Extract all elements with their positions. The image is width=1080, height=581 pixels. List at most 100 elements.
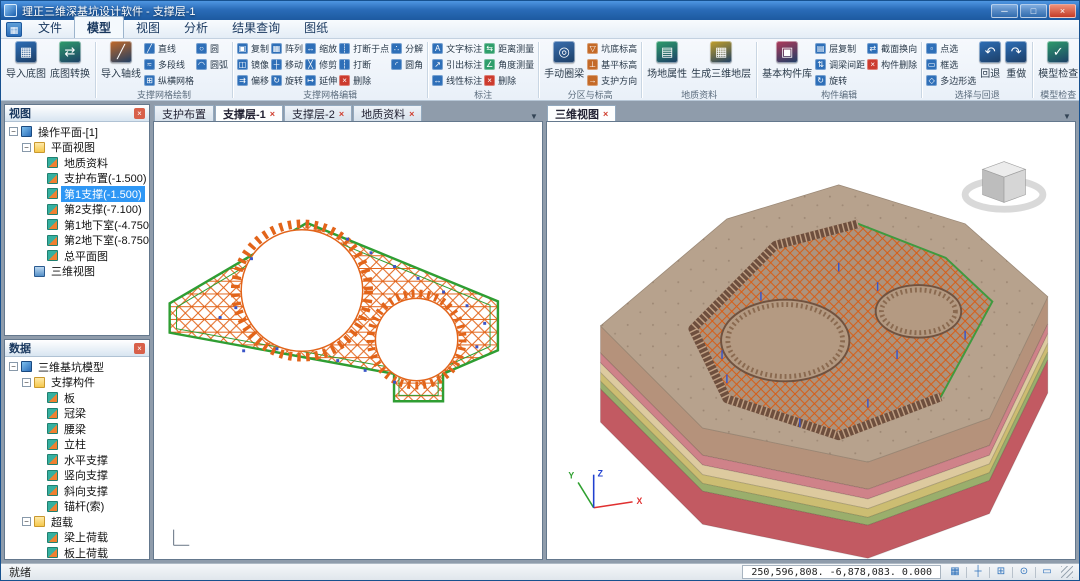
ribbon-button-section-reverse[interactable]: ⇄截面换向	[866, 40, 918, 56]
document-tab-支撑层-1[interactable]: 支撑层-1×	[215, 105, 283, 121]
viewport-dropdown-icon[interactable]: ▼	[1059, 112, 1075, 121]
ribbon-button-manual-ring-beam[interactable]: ◎手动圈梁	[542, 40, 586, 81]
three-d-viewport[interactable]: X Y Z	[546, 121, 1076, 560]
ribbon-button-move[interactable]: ┼移动	[270, 56, 304, 72]
close-tab-icon[interactable]: ×	[270, 109, 275, 119]
tree-item-支护布置(-1.500)[interactable]: 支护布置(-1.500)	[5, 171, 149, 187]
ribbon-button-layer-copy[interactable]: ▤层复制	[814, 40, 866, 56]
tree-item-地质资料[interactable]: 地质资料	[5, 155, 149, 171]
tree-item-三维基坑模型[interactable]: −三维基坑模型	[5, 359, 149, 375]
grid-toggle-icon[interactable]: ▦	[947, 565, 963, 579]
menu-tab-模型[interactable]: 模型	[74, 16, 124, 38]
ribbon-button-arc[interactable]: ◠圆弧	[195, 56, 229, 72]
tree-item-板上荷载[interactable]: 板上荷载	[5, 545, 149, 559]
ribbon-button-point-select[interactable]: ▫点选	[925, 40, 977, 56]
ribbon-button-import-axis[interactable]: ╱导入轴线	[99, 40, 143, 81]
document-tab-支护布置[interactable]: 支护布置	[154, 105, 214, 121]
menu-tab-结果查询[interactable]: 结果查询	[220, 17, 292, 38]
ribbon-button-break-at-point[interactable]: ┊打断于点	[338, 40, 390, 56]
ribbon-button-linear-annotation[interactable]: ↔线性标注	[431, 72, 483, 88]
view-panel-close-icon[interactable]: ×	[134, 108, 145, 119]
plan-view-canvas[interactable]	[153, 121, 543, 560]
tree-item-立柱[interactable]: 立柱	[5, 437, 149, 453]
tree-item-操作平面-[1][interactable]: −操作平面-[1]	[5, 124, 149, 140]
menu-tab-分析[interactable]: 分析	[172, 17, 220, 38]
ribbon-button-redo[interactable]: ↷重做	[1003, 40, 1029, 81]
ribbon-button-rotate-component[interactable]: ↻旋转	[814, 72, 866, 88]
tree-item-冠梁[interactable]: 冠梁	[5, 406, 149, 422]
ribbon-button-undo[interactable]: ↶回退	[977, 40, 1003, 81]
ribbon-button-component-delete[interactable]: ×构件删除	[866, 56, 918, 72]
tree-item-平面视图[interactable]: −平面视图	[5, 140, 149, 156]
ribbon-button-trim[interactable]: ╳修剪	[304, 56, 338, 72]
ribbon-button-mirror[interactable]: ◫镜像	[236, 56, 270, 72]
tree-item-第1支撑(-1.500)[interactable]: 第1支撑(-1.500)	[5, 186, 149, 202]
tree-item-竖向支撑[interactable]: 竖向支撑	[5, 468, 149, 484]
tree-item-斜向支撑[interactable]: 斜向支撑	[5, 483, 149, 499]
ribbon-button-pit-bottom-level[interactable]: ▽坑底标高	[586, 40, 638, 56]
ribbon-button-component-library[interactable]: ▣基本构件库	[760, 40, 814, 81]
tree-item-第2支撑(-7.100)[interactable]: 第2支撑(-7.100)	[5, 202, 149, 218]
tab-list-dropdown-icon[interactable]: ▼	[526, 112, 542, 121]
ribbon-button-array[interactable]: ▦阵列	[270, 40, 304, 56]
tree-item-板[interactable]: 板	[5, 390, 149, 406]
ribbon-button-scale[interactable]: ↔缩放	[304, 40, 338, 56]
ribbon-button-support-direction[interactable]: →支护方向	[586, 72, 638, 88]
ribbon-button-grid[interactable]: ⊞纵横网格	[143, 72, 195, 88]
ribbon-button-import-basemap[interactable]: ▦导入底图	[4, 40, 48, 81]
expander-icon[interactable]: −	[22, 517, 31, 526]
ribbon-button-explode[interactable]: ∴分解	[390, 40, 424, 56]
ribbon-button-fillet[interactable]: ◜圆角	[390, 56, 424, 72]
ribbon-button-model-check[interactable]: ✓模型检查	[1036, 40, 1079, 81]
snap-grid-icon[interactable]: ⊞	[993, 565, 1009, 579]
expander-icon[interactable]: −	[22, 378, 31, 387]
ribbon-button-text-annotation[interactable]: A文字标注	[431, 40, 483, 56]
ribbon-button-angle-measure[interactable]: ∠角度测量	[483, 56, 535, 72]
expander-icon[interactable]: −	[22, 143, 31, 152]
ribbon-button-offset[interactable]: ⇉偏移	[236, 72, 270, 88]
ribbon-button-copy[interactable]: ▣复制	[236, 40, 270, 56]
tree-item-超载[interactable]: −超载	[5, 514, 149, 530]
ribbon-button-delete[interactable]: ×删除	[338, 72, 390, 88]
ribbon-button-base-level[interactable]: ⊥基平标高	[586, 56, 638, 72]
document-tab-支撑层-2[interactable]: 支撑层-2×	[284, 105, 352, 121]
ribbon-button-polygon-select[interactable]: ◇多边形选	[925, 72, 977, 88]
navigation-cube[interactable]	[965, 162, 1043, 210]
ribbon-button-distance-measure[interactable]: ⇆距离测量	[483, 40, 535, 56]
crosshair-icon[interactable]: ┼	[970, 565, 986, 579]
ribbon-button-line[interactable]: ╱直线	[143, 40, 195, 56]
document-tab-地质资料[interactable]: 地质资料×	[353, 105, 422, 121]
ribbon-button-delete-annotation[interactable]: ×删除	[483, 72, 535, 88]
tree-item-支撑构件[interactable]: −支撑构件	[5, 375, 149, 391]
menu-tab-文件[interactable]: 文件	[26, 17, 74, 38]
minimize-button[interactable]: ─	[991, 4, 1018, 18]
tree-item-三维视图[interactable]: 三维视图	[5, 264, 149, 280]
ribbon-button-site-properties[interactable]: ▤场地属性	[645, 40, 689, 81]
menu-tab-视图[interactable]: 视图	[124, 17, 172, 38]
close-tab-icon[interactable]: ×	[339, 109, 344, 119]
maximize-button[interactable]: □	[1020, 4, 1047, 18]
close-3d-view-icon[interactable]: ×	[603, 109, 608, 119]
close-tab-icon[interactable]: ×	[409, 109, 414, 119]
close-button[interactable]: ×	[1049, 4, 1076, 18]
ribbon-button-basemap-convert[interactable]: ⇄底图转换	[48, 40, 92, 81]
tree-item-总平面图[interactable]: 总平面图	[5, 248, 149, 264]
ribbon-button-polyline[interactable]: ≈多段线	[143, 56, 195, 72]
ribbon-button-extend[interactable]: ↦延伸	[304, 72, 338, 88]
tree-item-梁上荷载[interactable]: 梁上荷载	[5, 530, 149, 546]
tree-item-第2地下室(-8.750)[interactable]: 第2地下室(-8.750)	[5, 233, 149, 249]
tree-item-水平支撑[interactable]: 水平支撑	[5, 452, 149, 468]
tree-item-锚杆(索)[interactable]: 锚杆(索)	[5, 499, 149, 515]
ribbon-button-circle[interactable]: ○圆	[195, 40, 229, 56]
resize-grip[interactable]	[1061, 566, 1073, 578]
menu-tab-图纸[interactable]: 图纸	[292, 17, 340, 38]
ribbon-button-break[interactable]: ┆打断	[338, 56, 390, 72]
tree-item-第1地下室(-4.750)[interactable]: 第1地下室(-4.750)	[5, 217, 149, 233]
data-panel-close-icon[interactable]: ×	[134, 343, 145, 354]
ribbon-button-generate-3d-strata[interactable]: ▦生成三维地层	[689, 40, 753, 81]
ribbon-button-box-select[interactable]: ▭框选	[925, 56, 977, 72]
ribbon-button-leader-annotation[interactable]: ↗引出标注	[431, 56, 483, 72]
expander-icon[interactable]: −	[9, 362, 18, 371]
expander-icon[interactable]: −	[9, 127, 18, 136]
osnap-icon[interactable]: ⊙	[1016, 565, 1032, 579]
